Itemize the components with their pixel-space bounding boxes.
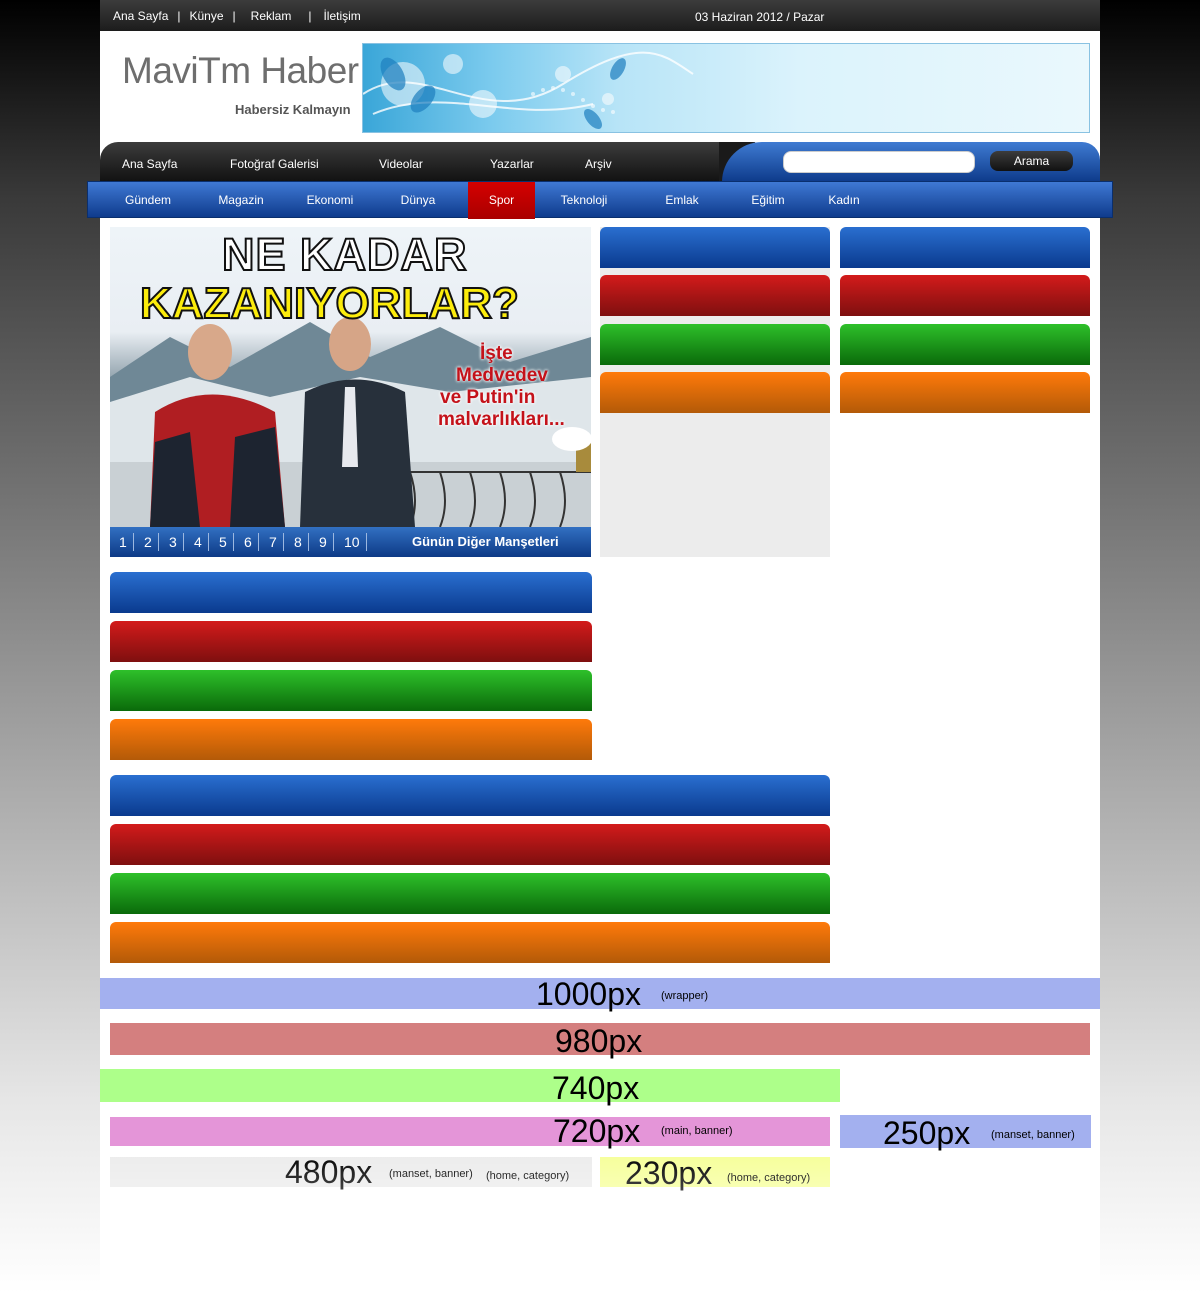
legend-wrapper-bar: 1000px (wrapper) bbox=[100, 976, 1100, 1012]
top-bar: Ana Sayfa | Künye | Reklam | İletişim 03 Hazir… bbox=[100, 0, 1100, 31]
legend-size-980: 980px bbox=[555, 1023, 643, 1059]
manset-box-blue[interactable] bbox=[110, 572, 592, 613]
menu-item-home[interactable]: Ana Sayfa bbox=[122, 157, 177, 171]
legend-size-720: 720px bbox=[553, 1113, 641, 1149]
category-ekonomi[interactable]: Ekonomi bbox=[294, 182, 366, 219]
top-link-kunye[interactable]: Künye bbox=[190, 9, 224, 23]
legend-size-230: 230px bbox=[625, 1155, 713, 1191]
legend-480-bar: 480px (manset, banner) (home, category) bbox=[110, 1154, 592, 1190]
legend-size-480: 480px bbox=[285, 1154, 373, 1190]
manset-box-orange[interactable] bbox=[110, 719, 592, 760]
category-emlak[interactable]: Emlak bbox=[646, 182, 718, 219]
site-logo[interactable]: MaviTm Haber bbox=[122, 50, 359, 92]
headline-sub-4: malvarlıkları... bbox=[438, 409, 565, 430]
content-box-red[interactable] bbox=[600, 275, 830, 316]
category-gundem[interactable]: Gündem bbox=[112, 182, 184, 219]
legend-note-480-a: (manset, banner) bbox=[389, 1168, 473, 1180]
category-dunya[interactable]: Dünya bbox=[385, 182, 451, 219]
sidebar-box-red[interactable] bbox=[840, 275, 1090, 316]
headline-page-5[interactable]: 5 bbox=[213, 533, 234, 551]
legend-note-250: (manset, banner) bbox=[991, 1129, 1075, 1141]
headline-slider[interactable]: NE KADAR KAZANIYORLAR? İşte Medvedev ve … bbox=[110, 227, 591, 557]
menu-item-photo-gallery[interactable]: Fotoğraf Galerisi bbox=[230, 157, 319, 171]
top-link-iletisim[interactable]: İletişim bbox=[323, 9, 360, 23]
headline-page-2[interactable]: 2 bbox=[138, 533, 159, 551]
headline-image[interactable]: NE KADAR KAZANIYORLAR? İşte Medvedev ve … bbox=[110, 227, 591, 527]
main-box-orange[interactable] bbox=[110, 922, 830, 963]
legend-size-1000: 1000px bbox=[536, 976, 641, 1012]
main-box-blue[interactable] bbox=[110, 775, 830, 816]
content-box-blue[interactable] bbox=[600, 227, 830, 268]
separator: | bbox=[308, 9, 312, 23]
main-menu-bg bbox=[100, 142, 789, 182]
category-teknoloji[interactable]: Teknoloji bbox=[548, 182, 620, 219]
legend-note-720: (main, banner) bbox=[661, 1125, 733, 1137]
search-button[interactable]: Arama bbox=[990, 151, 1073, 171]
main-box-green[interactable] bbox=[110, 873, 830, 914]
headline-title-line2: KAZANIYORLAR? bbox=[139, 278, 520, 329]
manset-box-green[interactable] bbox=[110, 670, 592, 711]
headline-sub-3: ve Putin'in bbox=[440, 387, 536, 408]
category-egitim[interactable]: Eğitim bbox=[732, 182, 804, 219]
header-banner[interactable] bbox=[362, 43, 1090, 133]
legend-740-bar: 740px bbox=[100, 1069, 840, 1106]
top-links: Ana Sayfa | Künye | Reklam | İletişim bbox=[113, 9, 361, 23]
legend-note-wrapper: (wrapper) bbox=[661, 990, 709, 1002]
site-slogan: Habersiz Kalmayın bbox=[235, 102, 351, 117]
content-box-green[interactable] bbox=[600, 324, 830, 365]
legend-size-740: 740px bbox=[552, 1070, 640, 1106]
sidebar-box-orange[interactable] bbox=[840, 372, 1090, 413]
page-wrapper: Ana Sayfa | Künye | Reklam | İletişim 03 Hazir… bbox=[87, 0, 1113, 1293]
legend-720-bar: 720px (main, banner) bbox=[110, 1113, 830, 1149]
menu-item-authors[interactable]: Yazarlar bbox=[490, 157, 534, 171]
category-spor[interactable]: Spor bbox=[468, 182, 535, 219]
legend-note-480-b: (home, category) bbox=[486, 1170, 570, 1182]
headline-page-4[interactable]: 4 bbox=[188, 533, 209, 551]
category-menu: Gündem Magazin Ekonomi Dünya Spor Teknol… bbox=[87, 181, 1113, 219]
category-magazin[interactable]: Magazin bbox=[205, 182, 277, 219]
other-headlines-link[interactable]: Günün Diğer Manşetleri bbox=[412, 534, 559, 549]
manset-box-red[interactable] bbox=[110, 621, 592, 662]
main-box-red[interactable] bbox=[110, 824, 830, 865]
sidebar-box-blue[interactable] bbox=[840, 227, 1090, 268]
headline-page-1[interactable]: 1 bbox=[113, 533, 134, 551]
top-link-reklam[interactable]: Reklam bbox=[251, 9, 292, 23]
headline-sub-2: Medvedev bbox=[456, 365, 548, 386]
headline-title-line1: NE KADAR bbox=[221, 228, 468, 281]
headline-page-7[interactable]: 7 bbox=[263, 533, 284, 551]
content-box-orange[interactable] bbox=[600, 372, 830, 413]
headline-sub-1: İşte bbox=[480, 343, 513, 364]
headline-page-9[interactable]: 9 bbox=[313, 533, 334, 551]
separator: | bbox=[232, 9, 236, 23]
headline-page-3[interactable]: 3 bbox=[163, 533, 184, 551]
sidebar-box-green[interactable] bbox=[840, 324, 1090, 365]
headline-pagination: 1 2 3 4 5 6 7 8 9 10 Günün Diğer Manşetl… bbox=[110, 527, 591, 557]
main-menu: Ana Sayfa Fotoğraf Galerisi Videolar Yaz… bbox=[100, 142, 1100, 182]
legend-230-bar: 230px (home, category) bbox=[600, 1155, 830, 1191]
headline-page-6[interactable]: 6 bbox=[238, 533, 259, 551]
top-link-home[interactable]: Ana Sayfa bbox=[113, 9, 168, 23]
legend-250-bar: 250px (manset, banner) bbox=[840, 1115, 1091, 1151]
date-text: 03 Haziran 2012 / Pazar bbox=[695, 10, 825, 24]
legend-size-250: 250px bbox=[883, 1115, 971, 1151]
menu-item-archive[interactable]: Arşiv bbox=[585, 157, 612, 171]
menu-item-videos[interactable]: Videolar bbox=[379, 157, 423, 171]
search-input[interactable] bbox=[783, 151, 975, 173]
legend-980-bar: 980px bbox=[110, 1023, 1090, 1059]
separator: | bbox=[177, 9, 181, 23]
headline-page-8[interactable]: 8 bbox=[288, 533, 309, 551]
legend-note-230: (home, category) bbox=[727, 1172, 811, 1184]
category-kadin[interactable]: Kadın bbox=[808, 182, 880, 219]
headline-page-10[interactable]: 10 bbox=[338, 533, 367, 551]
